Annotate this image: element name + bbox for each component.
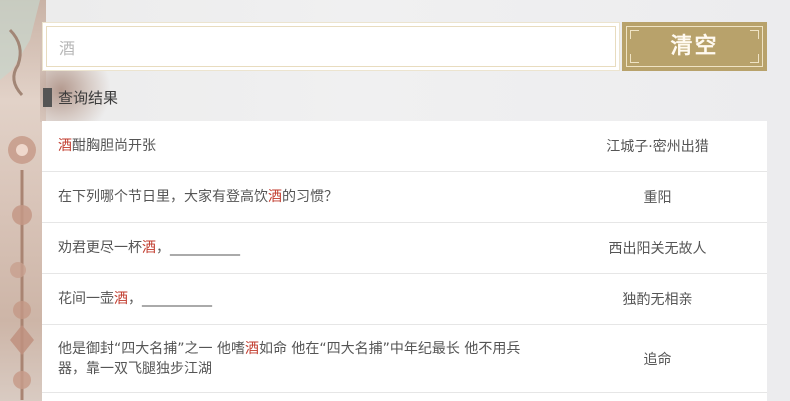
results-heading: 查询结果 <box>43 87 118 107</box>
clear-button[interactable]: 清空 <box>622 22 767 71</box>
search-input[interactable] <box>53 29 615 64</box>
clear-button-label: 清空 <box>670 33 719 59</box>
result-row[interactable]: 他是御封“四大名捕”之一 他嗜酒如命 他在“四大名捕”中年纪最长 他不用兵器，靠… <box>42 325 767 393</box>
keyword-highlight: 酒 <box>244 340 259 357</box>
heading-marker <box>43 87 52 107</box>
result-question: 在下列哪个节日里，大家有登高饮酒的习惯？ <box>58 189 338 205</box>
search-box <box>42 22 620 71</box>
result-question: 劝君更尽一杯酒，__________ <box>58 240 240 256</box>
result-answer: 独酌无相亲 <box>622 292 693 308</box>
keyword-highlight: 酒 <box>114 291 128 307</box>
result-answer: 追命 <box>643 351 672 368</box>
keyword-highlight: 酒 <box>268 189 282 205</box>
result-answer: 重阳 <box>643 190 672 206</box>
keyword-highlight: 酒 <box>142 240 156 256</box>
result-row[interactable]: 在下列哪个节日里，大家有登高饮酒的习惯？ 重阳 <box>42 172 767 223</box>
result-question: 酒酣胸胆尚开张 <box>58 138 156 154</box>
result-row[interactable]: 劝君更尽一杯酒，__________ 西出阳关无故人 <box>42 223 767 274</box>
results-heading-label: 查询结果 <box>58 88 119 107</box>
result-answer: 西出阳关无故人 <box>608 241 707 257</box>
result-answer: 江城子·密州出猎 <box>606 139 709 155</box>
result-row[interactable]: 花间一壶酒，__________ 独酌无相亲 <box>42 274 767 325</box>
results-list: 酒酣胸胆尚开张 江城子·密州出猎 在下列哪个节日里，大家有登高饮酒的习惯？ 重阳… <box>42 121 767 401</box>
result-question: 花间一壶酒，__________ <box>58 291 212 307</box>
result-question: 他是御封“四大名捕”之一 他嗜酒如命 他在“四大名捕”中年纪最长 他不用兵器，靠… <box>58 340 521 377</box>
keyword-highlight: 酒 <box>58 138 72 154</box>
result-row[interactable]: 酒酣胸胆尚开张 江城子·密州出猎 <box>42 121 767 172</box>
